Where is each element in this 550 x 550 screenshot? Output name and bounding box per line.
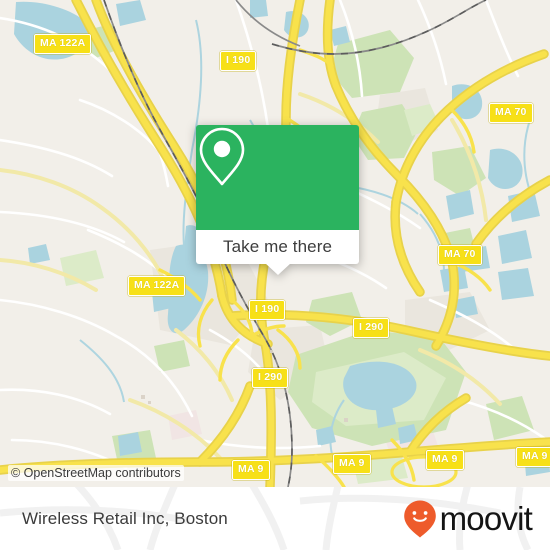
moovit-wordmark: moovit [439, 500, 533, 537]
road-shield: MA 9 [333, 454, 371, 474]
map-page: MA 122A I 190 MA 70 MA 70 MA 122A I 190 … [0, 0, 550, 550]
road-shield: I 190 [220, 51, 257, 71]
footer-bar: Wireless Retail Inc, Boston moovit [0, 487, 550, 550]
popup-body[interactable]: Take me there [196, 230, 359, 275]
road-shield: MA 9 [232, 460, 270, 480]
road-shield: MA 70 [438, 245, 482, 265]
map-pin-icon [199, 127, 245, 186]
place-title: Wireless Retail Inc, Boston [22, 508, 228, 528]
road-shield: I 190 [249, 300, 286, 320]
map-attribution[interactable]: © OpenStreetMap contributors [8, 465, 184, 481]
road-shield: MA 9 [516, 447, 550, 467]
road-shield: I 290 [353, 318, 390, 338]
moovit-pin-smile-icon [403, 500, 436, 537]
map-canvas[interactable]: MA 122A I 190 MA 70 MA 70 MA 122A I 190 … [0, 0, 550, 487]
road-shield: I 290 [252, 368, 289, 388]
moovit-logo[interactable]: moovit [402, 499, 533, 539]
road-shield: MA 70 [489, 103, 533, 123]
popup-tail [264, 263, 291, 275]
popup-header [196, 125, 359, 230]
road-shield: MA 122A [34, 34, 92, 54]
location-popup[interactable]: Take me there [196, 125, 359, 275]
road-shield: MA 122A [128, 276, 186, 296]
road-shield: MA 9 [426, 450, 464, 470]
take-me-there-label: Take me there [222, 237, 333, 256]
